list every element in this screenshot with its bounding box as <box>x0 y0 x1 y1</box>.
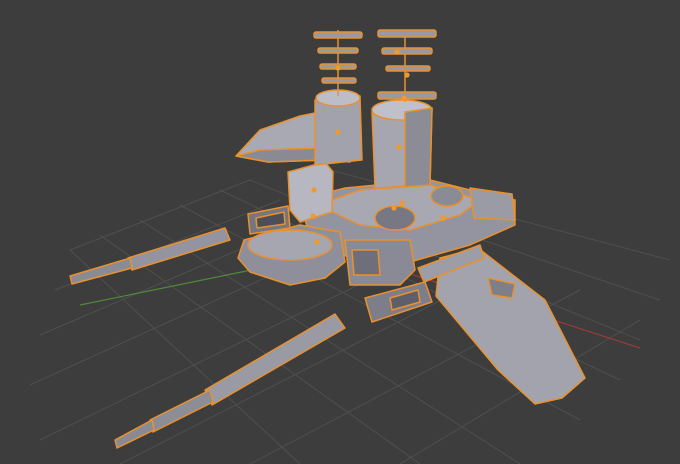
side-pod-intake <box>247 229 333 261</box>
cockpit-tower[interactable] <box>287 161 334 223</box>
lower-cannon-tip[interactable] <box>114 419 155 449</box>
rear-engine-housing[interactable] <box>469 187 516 221</box>
spaceship-model[interactable] <box>69 29 586 449</box>
engine-vents <box>351 249 381 276</box>
right-wing[interactable] <box>435 247 586 405</box>
lower-cannon-mid[interactable] <box>149 389 214 433</box>
engine-ring <box>430 185 464 207</box>
right-antenna-array[interactable] <box>377 29 437 100</box>
upper-cannon-tip[interactable] <box>69 257 133 285</box>
viewport-canvas[interactable] <box>0 0 680 464</box>
right-tower-shade <box>404 107 433 188</box>
upper-cannon-barrel[interactable] <box>127 227 231 271</box>
3d-viewport[interactable] <box>0 0 680 464</box>
